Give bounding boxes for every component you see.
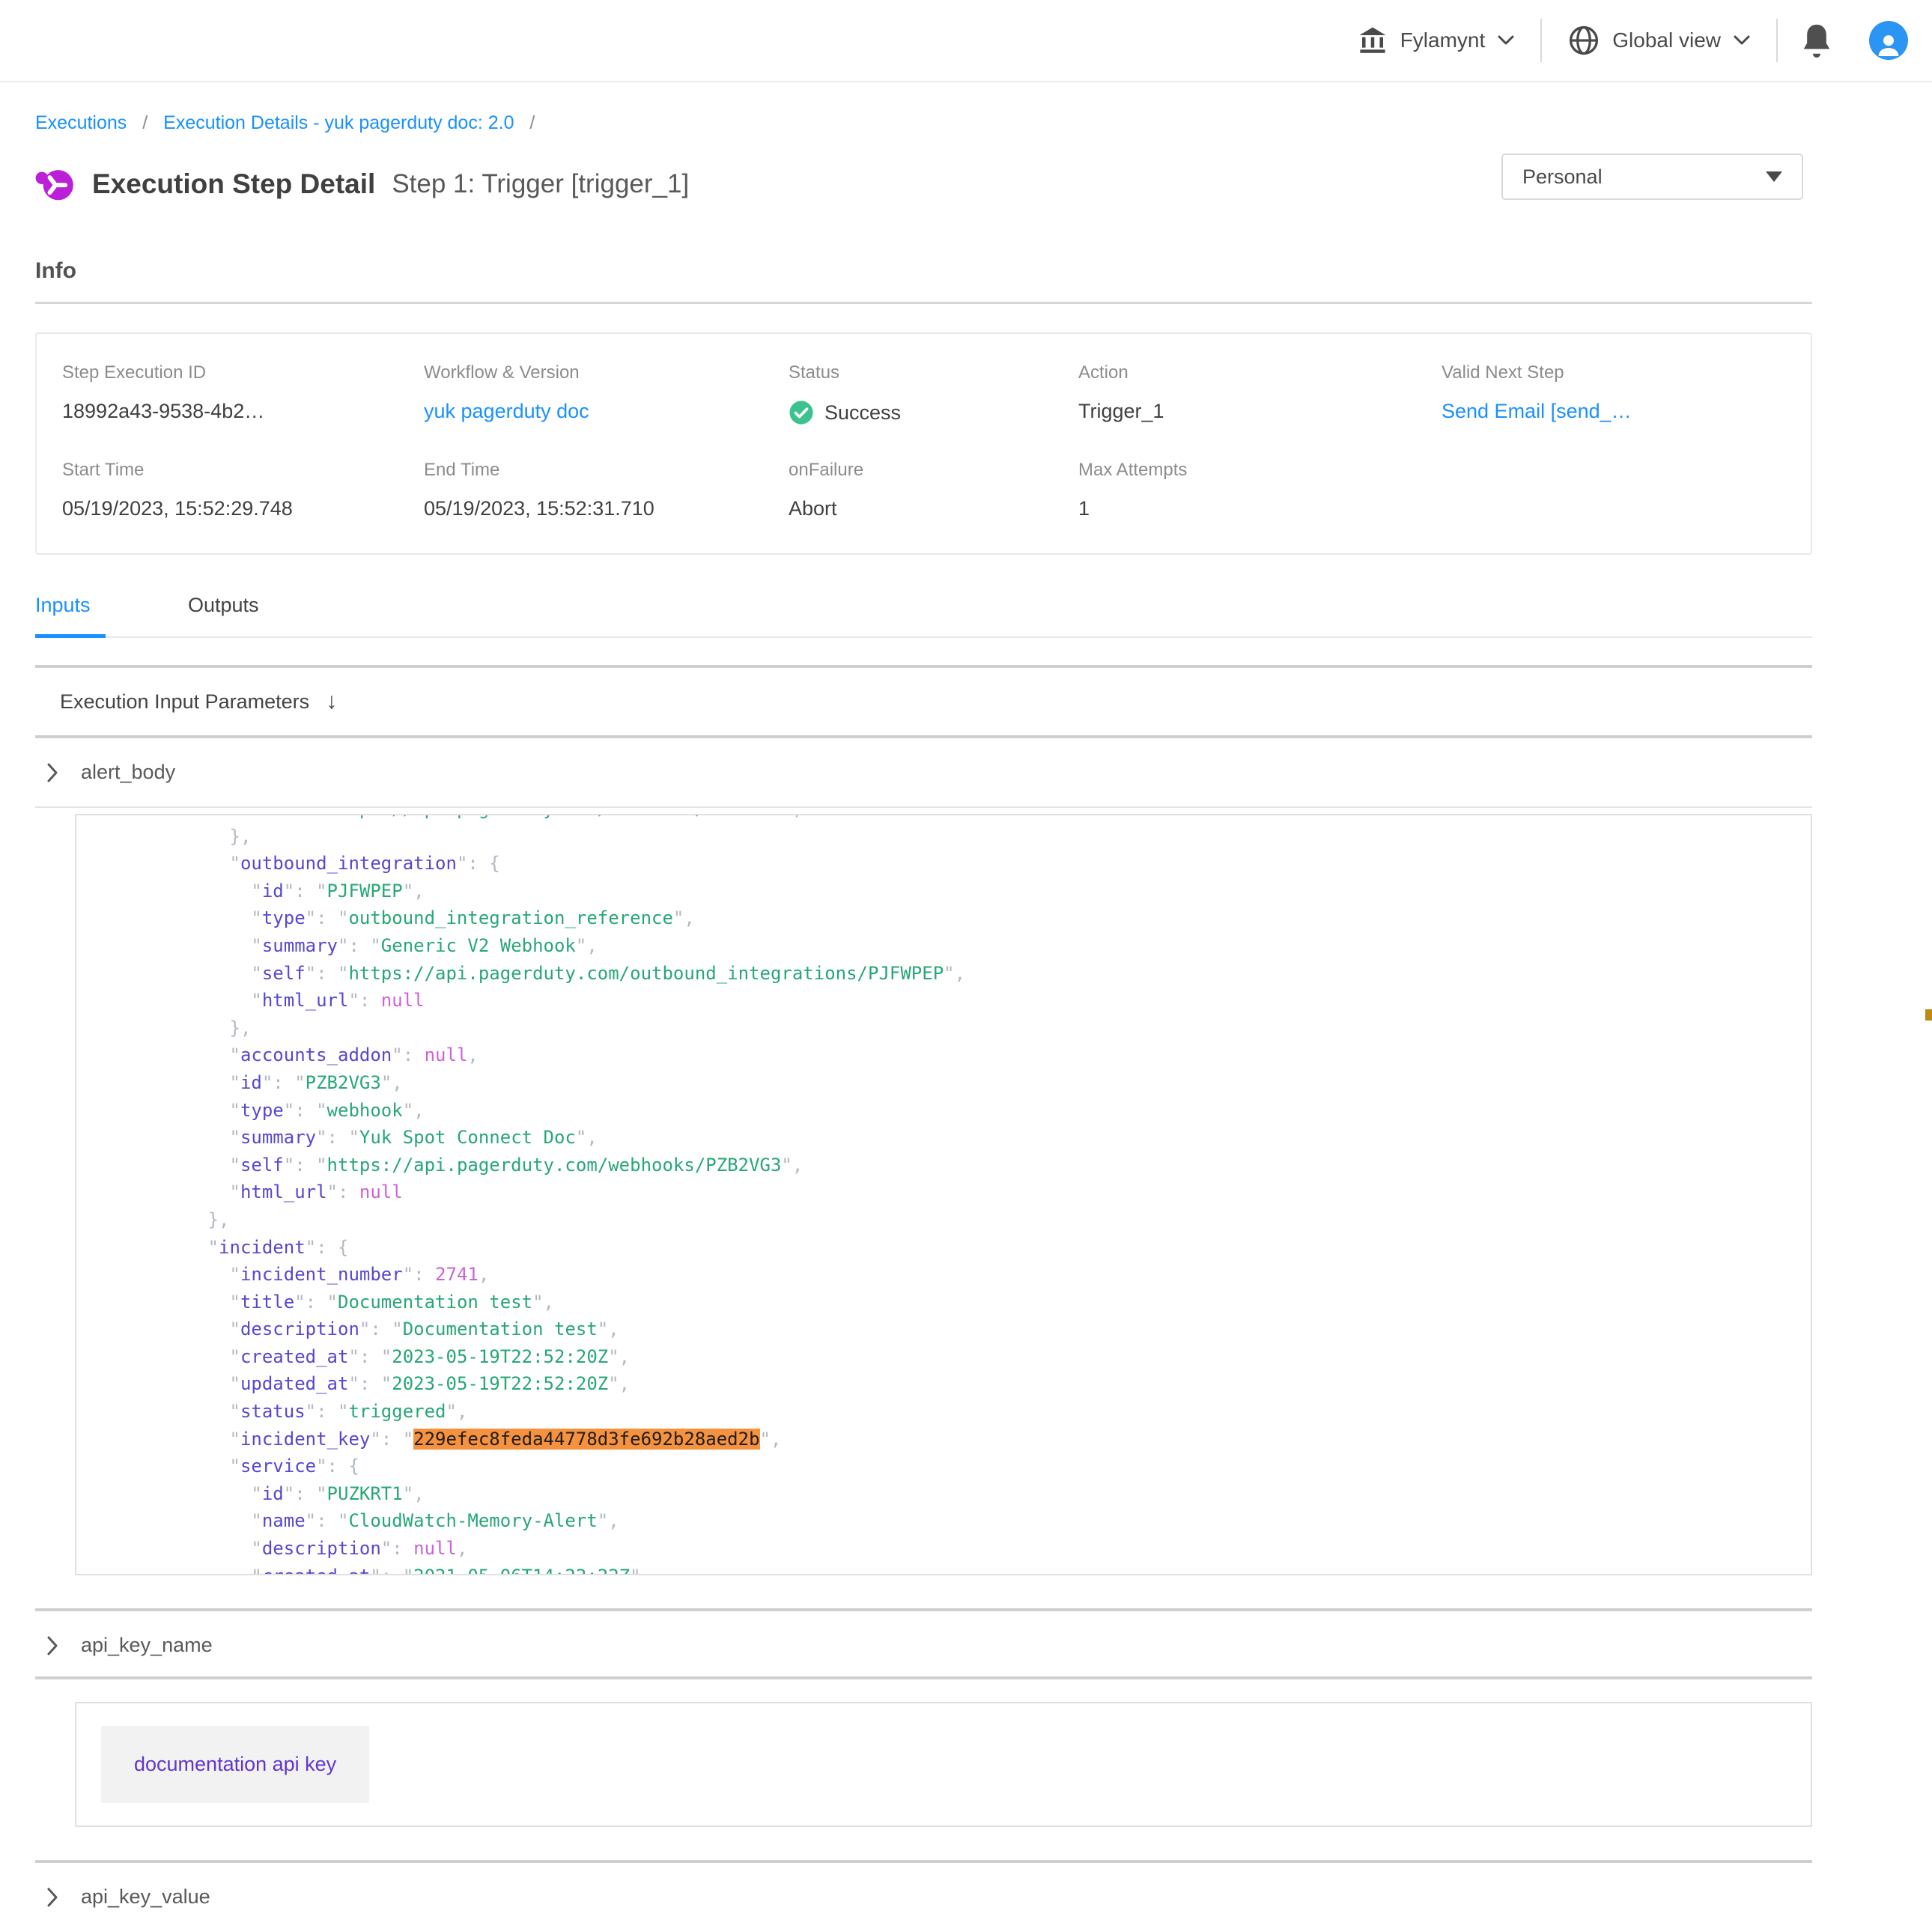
page-header: Execution Step Detail Step 1: Trigger [t… [35,156,1812,212]
field-action: Action Trigger_1 [1078,362,1442,425]
view-menu-label: Global view [1612,28,1721,52]
info-section-title: Info [35,258,1812,284]
bank-icon [1357,25,1388,56]
status-badge: Success [824,401,901,425]
page-title: Execution Step Detail [92,168,375,200]
chevron-down-icon [1733,34,1751,46]
scope-selector-value: Personal [1522,165,1603,189]
tab-inputs[interactable]: Inputs [35,594,140,636]
user-avatar[interactable] [1869,21,1908,60]
breadcrumb: Executions / Execution Details - yuk pag… [35,112,1812,134]
find-highlight-scrollbar-marker [1925,1009,1932,1021]
breadcrumb-execution-details[interactable]: Execution Details - yuk pagerduty doc: 2… [163,112,514,133]
field-workflow-version: Workflow & Version yuk pagerduty doc [424,362,789,425]
expander-api-key-name[interactable]: api_key_name [35,1611,1812,1676]
section-divider [35,1676,1812,1679]
field-end-time: End Time 05/19/2023, 15:52:31.710 [424,460,789,520]
chevron-right-icon [46,762,58,783]
json-code: "self": "https://api.pagerduty.com/servi… [76,814,1811,1575]
info-card: Step Execution ID 18992a43-9538-4b2… Wor… [35,332,1812,555]
field-step-execution-id: Step Execution ID 18992a43-9538-4b2… [62,362,424,425]
main-content: Executions / Execution Details - yuk pag… [0,112,1932,1931]
workflow-link[interactable]: yuk pagerduty doc [424,400,589,423]
org-menu[interactable]: Fylamynt [1331,25,1541,56]
expander-label: alert_body [81,761,175,784]
org-menu-label: Fylamynt [1400,28,1486,52]
tab-outputs[interactable]: Outputs [188,594,293,636]
scope-selector[interactable]: Personal [1501,153,1803,200]
field-status: Status Success [789,362,1078,425]
info-divider [35,302,1812,304]
globe-icon [1567,24,1600,57]
expander-label: api_key_name [81,1634,213,1657]
breadcrumb-separator: / [142,112,148,133]
chevron-right-icon [46,1635,58,1656]
caret-down-icon [1766,171,1782,182]
alert-body-code-panel[interactable]: "self": "https://api.pagerduty.com/servi… [75,814,1812,1575]
execution-input-parameters-header: Execution Input Parameters ↓ [35,668,1812,738]
chevron-down-icon [1497,34,1515,46]
expander-alert-body[interactable]: alert_body [35,738,1812,808]
field-valid-next-step: Valid Next Step Send Email [send_… [1442,362,1785,425]
api-key-name-panel: documentation api key [75,1702,1812,1827]
arrow-down-icon[interactable]: ↓ [326,689,337,714]
topbar: Fylamynt Global view [0,0,1932,82]
api-key-chip[interactable]: documentation api key [101,1726,369,1803]
params-header-label: Execution Input Parameters [60,690,309,714]
execution-logo-icon [35,165,74,204]
bell-icon [1800,22,1833,58]
breadcrumb-separator: / [529,112,535,133]
field-max-attempts: Max Attempts 1 [1078,460,1442,520]
breadcrumb-executions[interactable]: Executions [35,112,127,133]
view-menu[interactable]: Global view [1542,24,1776,57]
notifications-button[interactable] [1778,22,1856,58]
page-subtitle: Step 1: Trigger [trigger_1] [392,169,689,199]
field-start-time: Start Time 05/19/2023, 15:52:29.748 [62,460,424,520]
field-empty [1442,460,1785,520]
chevron-right-icon [46,1887,58,1908]
expander-api-key-value[interactable]: api_key_value [35,1863,1812,1931]
tab-bar: Inputs Outputs [35,594,1812,638]
expander-label: api_key_value [81,1885,210,1909]
next-step-link[interactable]: Send Email [send_… [1442,400,1632,423]
field-onfailure: onFailure Abort [789,460,1078,520]
success-check-icon [789,400,814,425]
